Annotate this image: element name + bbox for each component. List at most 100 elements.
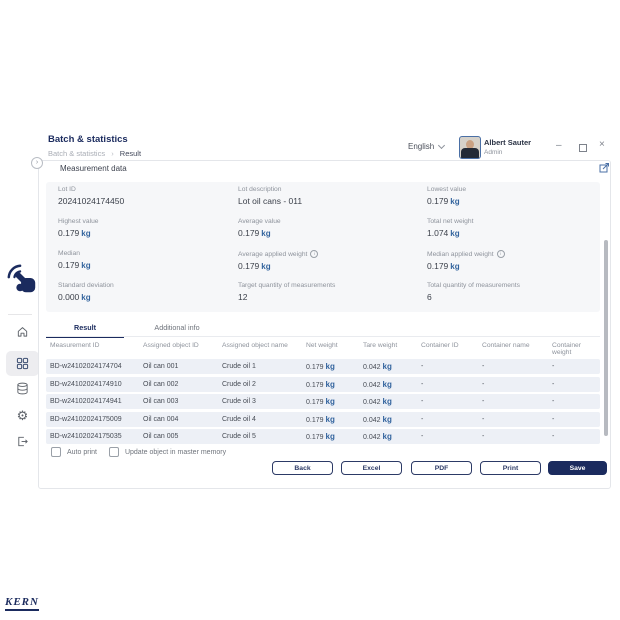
unit-label: kg — [326, 415, 335, 424]
table-cell: - — [421, 416, 482, 423]
pdf-button[interactable]: PDF — [411, 461, 472, 475]
update-object-checkbox[interactable]: Update object in master memory — [109, 447, 226, 457]
column-header-measurement-id: Measurement ID — [50, 342, 143, 356]
unit-label: kg — [81, 261, 90, 270]
field-lowest-value: Lowest value0.179kg — [427, 186, 592, 218]
table-cell: 0.042kg — [363, 380, 421, 389]
field-value: 12 — [238, 292, 427, 302]
field-value: 0.179kg — [58, 260, 238, 270]
field-label: Target quantity of measurements — [238, 282, 427, 289]
table-cell: 0.179kg — [306, 432, 363, 441]
table-cell: 0.179kg — [306, 415, 363, 424]
field-value: Lot oil cans - 011 — [238, 196, 427, 206]
table-row[interactable]: BD-w24102024175009Oil can 004Crude oil 4… — [46, 412, 600, 427]
table-cell: BD-w24102024175009 — [50, 416, 143, 423]
options-row: Auto print Update object in master memor… — [51, 447, 226, 457]
table-cell: 0.042kg — [363, 397, 421, 406]
info-icon[interactable]: i — [497, 250, 505, 258]
table-cell: Oil can 004 — [143, 416, 222, 423]
unit-label: kg — [326, 362, 335, 371]
avatar[interactable] — [459, 136, 481, 159]
table-cell: - — [552, 433, 600, 440]
table-cell: 0.042kg — [363, 362, 421, 371]
sidebar-item-settings[interactable]: ⚙ — [6, 404, 39, 429]
kern-logo: KERN — [5, 596, 39, 611]
field-highest-value: Highest value0.179kg — [58, 218, 238, 250]
field-total-quantity-of-measurements: Total quantity of measurements6 — [427, 282, 592, 314]
table-cell: - — [482, 433, 552, 440]
expand-icon[interactable] — [599, 162, 610, 173]
table-cell: Oil can 002 — [143, 381, 222, 388]
back-button[interactable]: Back — [272, 461, 333, 475]
table-cell: - — [421, 398, 482, 405]
field-label: Median — [58, 250, 238, 257]
table-cell: Crude oil 5 — [222, 433, 306, 440]
field-lot-id: Lot ID20241024174450 — [58, 186, 238, 218]
column-header-assigned-object-id: Assigned object ID — [143, 342, 222, 356]
sidebar-item-database[interactable] — [6, 376, 39, 401]
field-value: 0.179kg — [58, 228, 238, 238]
unit-label: kg — [326, 397, 335, 406]
table-cell: - — [482, 363, 552, 370]
column-header-tare-weight: Tare weight — [363, 342, 421, 356]
vertical-scrollbar[interactable] — [604, 240, 608, 436]
tab-additional-info[interactable]: Additional info — [130, 319, 224, 336]
sidebar-divider — [8, 314, 32, 315]
field-label: Total quantity of measurements — [427, 282, 592, 289]
table-cell: Oil can 005 — [143, 433, 222, 440]
field-value: 0.179kg — [427, 261, 592, 271]
apps-grid-icon — [16, 357, 29, 370]
window-minimize-button[interactable]: – — [556, 140, 566, 151]
save-button[interactable]: Save — [548, 461, 607, 475]
table-cell: 0.179kg — [306, 362, 363, 371]
field-value: 0.179kg — [238, 261, 427, 271]
page-title: Batch & statistics — [48, 134, 128, 145]
field-median: Median 0.179kg — [58, 250, 238, 282]
table-cell: - — [482, 381, 552, 388]
unit-label: kg — [383, 432, 392, 441]
table-cell: Crude oil 3 — [222, 398, 306, 405]
table-cell: Crude oil 1 — [222, 363, 306, 370]
window-close-button[interactable]: × — [599, 139, 605, 150]
window-maximize-button[interactable] — [579, 144, 587, 152]
field-label: Average value — [238, 218, 427, 225]
sidebar-item-logout[interactable] — [6, 429, 39, 454]
table-cell: 0.042kg — [363, 432, 421, 441]
field-average-value: Average value0.179kg — [238, 218, 427, 250]
table-cell: - — [482, 416, 552, 423]
table-cell: Crude oil 4 — [222, 416, 306, 423]
user-role: Admin — [484, 149, 502, 156]
table-row[interactable]: BD-w24102024175035Oil can 005Crude oil 5… — [46, 429, 600, 444]
print-button[interactable]: Print — [480, 461, 541, 475]
field-total-net-weight: Total net weight1.074kg — [427, 218, 592, 250]
breadcrumb-root[interactable]: Batch & statistics — [48, 149, 105, 158]
unit-label: kg — [450, 262, 459, 271]
sidebar-item-apps[interactable] — [6, 351, 39, 376]
table-cell: - — [421, 363, 482, 370]
excel-button[interactable]: Excel — [341, 461, 402, 475]
table-row[interactable]: BD-w24102024174704Oil can 001Crude oil 1… — [46, 359, 600, 374]
breadcrumb-separator-icon: › — [111, 149, 114, 158]
table-row[interactable]: BD-w24102024174941Oil can 003Crude oil 3… — [46, 394, 600, 409]
table-cell: BD-w24102024174941 — [50, 398, 143, 405]
table-cell: - — [421, 433, 482, 440]
field-label: Standard deviation — [58, 282, 238, 289]
table-cell: BD-w24102024174910 — [50, 381, 143, 388]
table-cell: - — [552, 363, 600, 370]
column-header-assigned-object-name: Assigned object name — [222, 342, 306, 356]
table-cell: - — [552, 416, 600, 423]
auto-print-checkbox[interactable]: Auto print — [51, 447, 97, 457]
language-selector[interactable]: English — [408, 142, 444, 151]
field-label: Lot description — [238, 186, 427, 193]
sidebar-collapse-button[interactable]: › — [31, 157, 43, 169]
table-cell: Oil can 003 — [143, 398, 222, 405]
settings-gear-icon: ⚙ — [17, 410, 29, 423]
field-median-applied-weight: Median applied weighti0.179kg — [427, 250, 592, 282]
unit-label: kg — [261, 262, 270, 271]
unit-label: kg — [383, 397, 392, 406]
table-row[interactable]: BD-w24102024174910Oil can 002Crude oil 2… — [46, 377, 600, 392]
breadcrumb-current: Result — [120, 149, 141, 158]
column-header-net-weight: Net weight — [306, 342, 363, 356]
sidebar-item-home[interactable] — [6, 319, 39, 344]
info-icon[interactable]: i — [310, 250, 318, 258]
